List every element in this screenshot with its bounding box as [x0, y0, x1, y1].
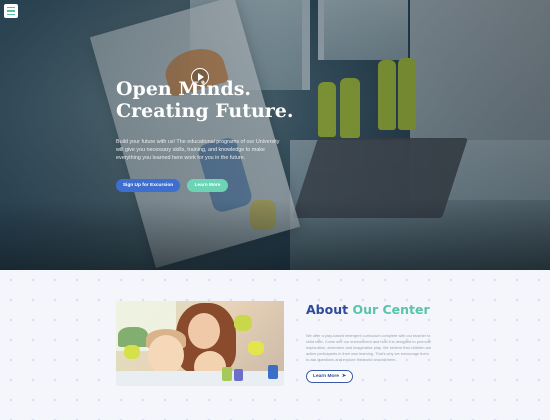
play-triangle — [198, 73, 204, 81]
about-title-part-1: About — [306, 302, 349, 317]
photo-plants — [118, 327, 148, 347]
hero-section: Open Minds. Creating Future. Build your … — [0, 0, 550, 270]
about-section — [0, 270, 550, 420]
photo-mother-face — [188, 313, 220, 349]
hero-description: Build your future with us! The education… — [116, 139, 280, 161]
about-title-part-2: Our Center — [352, 302, 430, 317]
sign-up-excursion-button[interactable]: Sign Up for Excursion — [116, 179, 180, 192]
menu-line — [7, 10, 15, 12]
about-title: About Our Center — [306, 302, 430, 317]
photo-paint-cup — [222, 367, 232, 381]
play-icon[interactable] — [191, 68, 209, 86]
photo-paint-cup — [234, 369, 243, 381]
hero-title-line-2: Creating Future. — [116, 100, 294, 122]
hamburger-menu-icon[interactable] — [4, 4, 18, 18]
menu-line — [7, 6, 15, 9]
hero-learn-more-button[interactable]: Learn More — [187, 179, 228, 192]
photo-paint-cup — [268, 365, 278, 379]
arrow-right-icon: ➤ — [341, 374, 346, 379]
hero-title-line-1: Open Minds. — [116, 78, 252, 100]
photo-painted-hand — [124, 345, 140, 359]
about-video-thumbnail[interactable] — [116, 301, 284, 386]
photo-child-face — [148, 335, 184, 375]
hero-title: Open Minds. Creating Future. — [116, 78, 376, 122]
about-learn-more-label: Learn More — [313, 374, 339, 379]
menu-line — [7, 13, 15, 16]
photo-painted-hand — [248, 341, 264, 355]
photo-table — [116, 371, 284, 386]
hero-vignette — [0, 200, 550, 270]
photo-painted-hand — [234, 315, 252, 331]
about-learn-more-button[interactable]: Learn More ➤ — [306, 370, 353, 383]
about-description: We offer a play-based emergent curriculu… — [306, 333, 432, 362]
